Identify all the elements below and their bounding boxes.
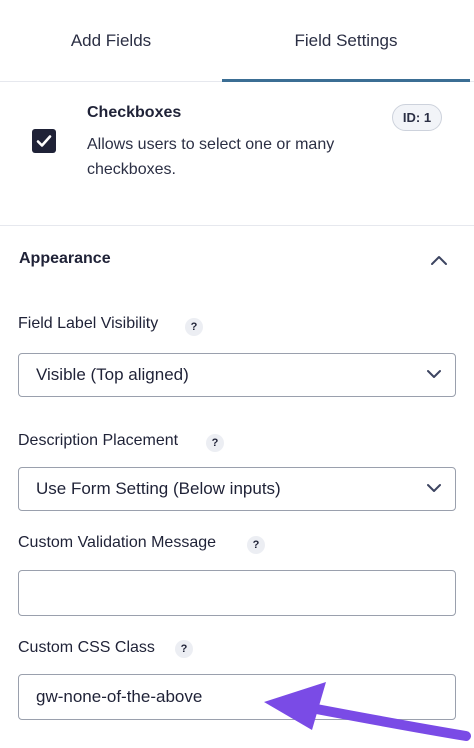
description-placement-help-icon[interactable]: ? — [206, 434, 224, 452]
label-visibility-label: Field Label Visibility — [18, 315, 159, 332]
description-placement-value: Use Form Setting (Below inputs) — [36, 479, 281, 498]
custom-validation-input[interactable] — [18, 570, 456, 616]
custom-validation-help-icon[interactable]: ? — [247, 536, 265, 554]
chevron-down-icon — [427, 370, 441, 378]
field-type-description: Allows users to select one or many check… — [87, 136, 335, 178]
annotation-arrow-icon — [264, 682, 471, 741]
chevron-down-icon — [427, 484, 441, 492]
label-visibility-help-icon[interactable]: ? — [185, 318, 203, 336]
label-visibility-select[interactable]: Visible (Top aligned) — [18, 353, 456, 397]
checkbox-field-icon — [32, 129, 56, 153]
chevron-up-icon[interactable] — [428, 251, 450, 269]
custom-css-help-icon[interactable]: ? — [175, 640, 193, 658]
tab-field-settings-label: Field Settings — [294, 31, 398, 50]
tab-field-settings[interactable]: Field Settings — [222, 0, 470, 82]
settings-tabs: Add Fields Field Settings — [0, 0, 474, 82]
field-type-title: Checkboxes — [87, 104, 182, 121]
description-placement-label: Description Placement — [18, 432, 179, 449]
custom-validation-label: Custom Validation Message — [18, 534, 217, 551]
label-visibility-value: Visible (Top aligned) — [36, 365, 189, 384]
field-id-badge: ID: 1 — [392, 104, 442, 131]
appearance-section-title: Appearance — [19, 250, 111, 267]
tab-add-fields[interactable]: Add Fields — [0, 0, 222, 82]
active-tab-indicator — [222, 79, 470, 82]
description-placement-select[interactable]: Use Form Setting (Below inputs) — [18, 467, 456, 511]
checkmark-icon — [36, 135, 52, 147]
custom-css-value: gw-none-of-the-above — [36, 687, 203, 706]
tab-add-fields-label: Add Fields — [70, 31, 152, 50]
custom-css-label: Custom CSS Class — [18, 639, 155, 656]
